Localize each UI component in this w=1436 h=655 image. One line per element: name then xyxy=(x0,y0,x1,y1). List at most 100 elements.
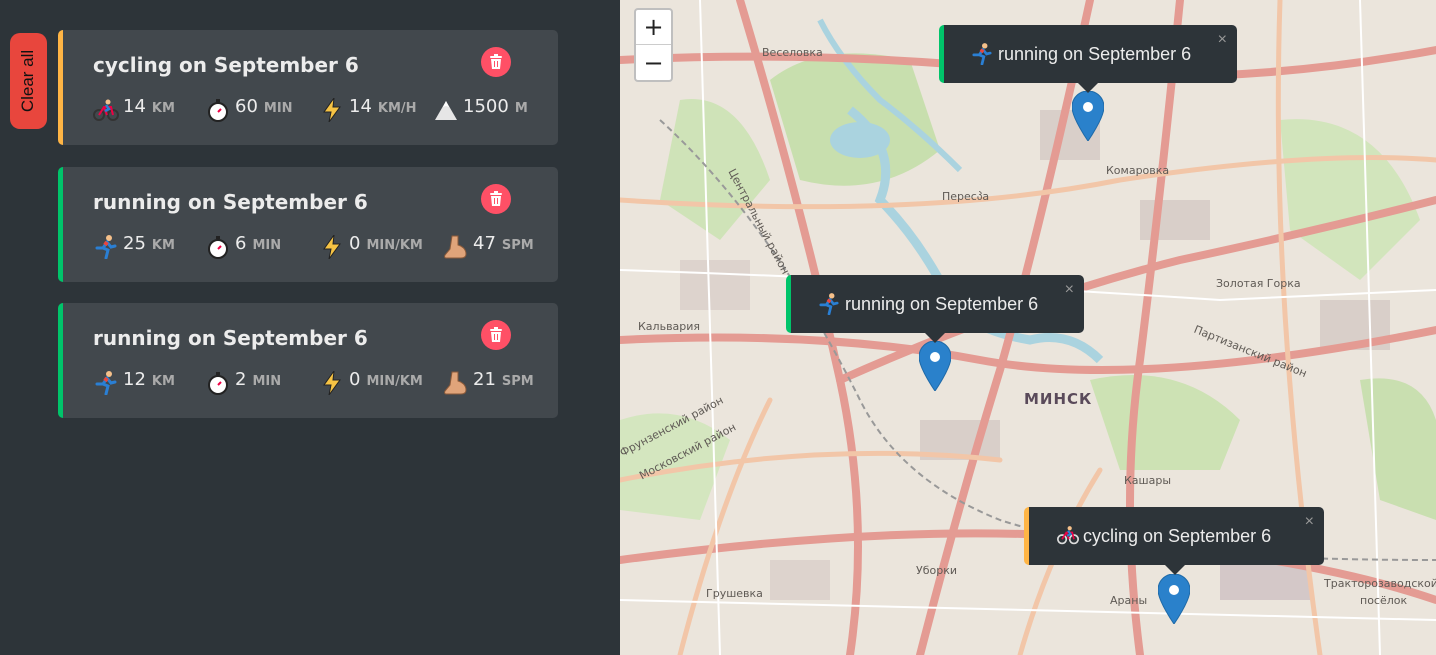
clear-all-label: Clear all xyxy=(18,49,38,113)
trash-icon xyxy=(490,191,502,206)
popup-text: running on September 6 xyxy=(998,43,1192,64)
popup-close-button[interactable]: × xyxy=(1305,513,1314,531)
map-pin-icon[interactable] xyxy=(1158,574,1190,624)
pace-detail: 0 MIN/KM xyxy=(319,233,423,261)
workout-item-cycling[interactable]: cycling on September 6 14 KM 60 MIN 14 KM/H xyxy=(58,30,558,145)
workout-popup[interactable]: running on September 6 × xyxy=(786,275,1084,343)
cadence-detail: 47 SPM xyxy=(443,233,534,261)
popup-close-button[interactable]: × xyxy=(1218,31,1227,49)
popup-text: running on September 6 xyxy=(845,293,1039,314)
lightning-icon xyxy=(319,235,345,259)
distance-detail: 12 KM xyxy=(93,369,175,397)
distance-unit: KM xyxy=(151,374,175,389)
place-label: посёлок xyxy=(1360,594,1408,607)
distance-unit: KM xyxy=(151,238,175,253)
popup-tip xyxy=(1078,83,1098,93)
duration-unit: MIN xyxy=(263,101,293,116)
cadence-value: 21 xyxy=(473,369,496,390)
map[interactable]: Веселовка Комаровка Пересპа Центральный … xyxy=(620,0,1436,655)
place-label: Грушевка xyxy=(706,587,763,600)
mountain-icon xyxy=(433,98,459,122)
place-label: Пересპа xyxy=(942,190,990,203)
pace-value: 0 xyxy=(349,233,361,254)
runner-icon xyxy=(93,235,119,259)
stopwatch-icon xyxy=(205,98,231,122)
distance-detail: 25 KM xyxy=(93,233,175,261)
duration-detail: 6 MIN xyxy=(205,233,281,261)
distance-detail: 14 KM xyxy=(93,96,175,124)
distance-value: 12 xyxy=(123,369,146,390)
bicycle-icon xyxy=(93,98,119,122)
stopwatch-icon xyxy=(205,371,231,395)
workout-popup[interactable]: cycling on September 6 × xyxy=(1024,507,1324,575)
duration-value: 60 xyxy=(235,96,258,117)
zoom-out-button[interactable]: − xyxy=(636,45,671,80)
workout-popup[interactable]: running on September 6 × xyxy=(939,25,1237,93)
map-pin-icon[interactable] xyxy=(919,341,951,391)
place-label: Кашары xyxy=(1124,474,1172,487)
popup-close-button[interactable]: × xyxy=(1065,281,1074,299)
runner-icon xyxy=(972,43,994,65)
place-label: Золотая Горка xyxy=(1216,277,1301,290)
place-label: Комаровка xyxy=(1106,164,1170,177)
place-label: Араны xyxy=(1110,594,1148,607)
cadence-value: 47 xyxy=(473,233,496,254)
delete-workout-button[interactable] xyxy=(481,47,511,77)
distance-value: 25 xyxy=(123,233,146,254)
lightning-icon xyxy=(319,98,345,122)
cadence-unit: SPM xyxy=(501,238,534,253)
pace-detail: 0 MIN/KM xyxy=(319,369,423,397)
duration-value: 2 xyxy=(235,369,247,390)
place-label: Веселовка xyxy=(762,46,823,59)
stopwatch-icon xyxy=(205,235,231,259)
popup-tip xyxy=(925,333,945,343)
trash-icon xyxy=(490,327,502,342)
app: Clear all cycling on September 6 14 KM 60… xyxy=(0,0,1436,655)
duration-unit: MIN xyxy=(252,374,282,389)
distance-value: 14 xyxy=(123,96,146,117)
city-label: МИНСК xyxy=(1024,390,1093,408)
duration-value: 6 xyxy=(235,233,247,254)
speed-unit: KM/H xyxy=(377,101,417,116)
elevation-unit: M xyxy=(514,101,528,116)
delete-workout-button[interactable] xyxy=(481,320,511,350)
workout-item-running[interactable]: running on September 6 25 KM 6 MIN 0 MIN/KM xyxy=(58,167,558,282)
elevation-detail: 1500 M xyxy=(433,96,528,124)
duration-detail: 2 MIN xyxy=(205,369,281,397)
lightning-icon xyxy=(319,371,345,395)
bicycle-icon xyxy=(1057,525,1079,547)
workout-details: 25 KM 6 MIN 0 MIN/KM 47 SPM xyxy=(93,233,553,261)
place-label: Тракторозаводской xyxy=(1324,577,1436,590)
trash-icon xyxy=(490,54,502,69)
duration-unit: MIN xyxy=(252,238,282,253)
place-label: Кальвария xyxy=(638,320,701,333)
popup-text: cycling on September 6 xyxy=(1083,525,1272,546)
workout-details: 14 KM 60 MIN 14 KM/H 1500 M xyxy=(93,96,553,124)
foot-icon xyxy=(443,371,469,395)
map-pin-icon[interactable] xyxy=(1072,91,1104,141)
elevation-value: 1500 xyxy=(463,96,509,117)
workout-title: cycling on September 6 xyxy=(93,53,359,77)
runner-icon xyxy=(93,371,119,395)
duration-detail: 60 MIN xyxy=(205,96,293,124)
pace-unit: MIN/KM xyxy=(366,374,423,389)
speed-value: 14 xyxy=(349,96,372,117)
workout-details: 12 KM 2 MIN 0 MIN/KM 21 SPM xyxy=(93,369,553,397)
clear-all-button[interactable]: Clear all xyxy=(10,33,47,129)
zoom-control: + − xyxy=(634,8,673,82)
pace-unit: MIN/KM xyxy=(366,238,423,253)
zoom-in-button[interactable]: + xyxy=(636,10,671,45)
cadence-unit: SPM xyxy=(501,374,534,389)
delete-workout-button[interactable] xyxy=(481,184,511,214)
workout-title: running on September 6 xyxy=(93,326,368,350)
workout-item-running[interactable]: running on September 6 12 KM 2 MIN 0 MIN/KM xyxy=(58,303,558,418)
cadence-detail: 21 SPM xyxy=(443,369,534,397)
distance-unit: KM xyxy=(151,101,175,116)
popup-tip xyxy=(1165,565,1185,575)
runner-icon xyxy=(819,293,841,315)
workout-title: running on September 6 xyxy=(93,190,368,214)
foot-icon xyxy=(443,235,469,259)
speed-detail: 14 KM/H xyxy=(319,96,417,124)
sidebar: Clear all cycling on September 6 14 KM 60… xyxy=(0,0,620,655)
pace-value: 0 xyxy=(349,369,361,390)
